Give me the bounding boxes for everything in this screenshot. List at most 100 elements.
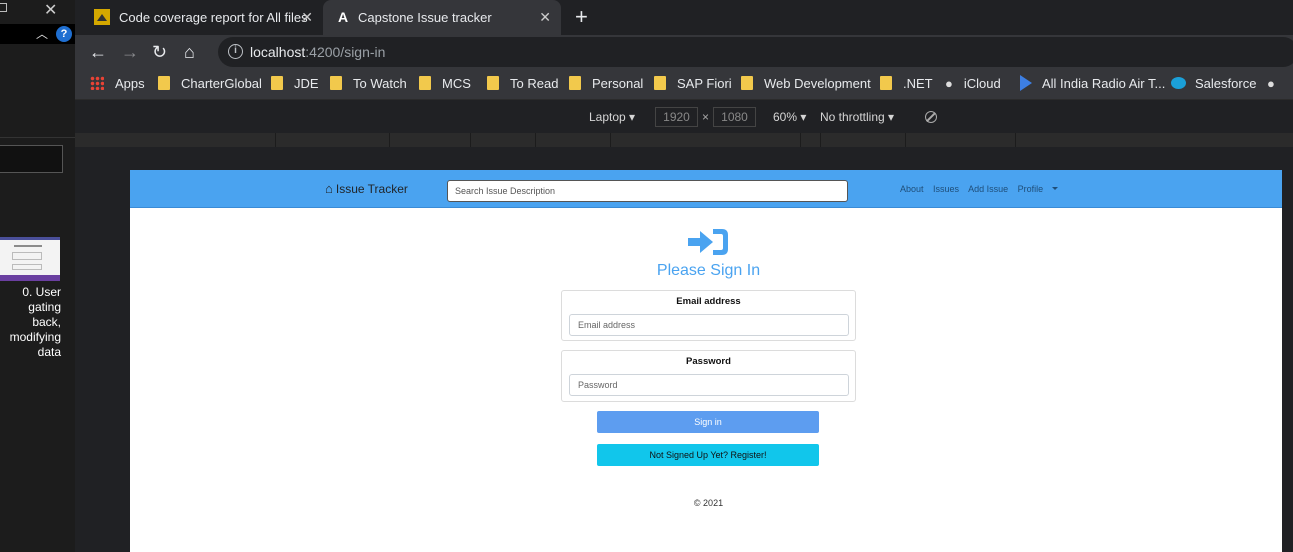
new-tab-button[interactable]: + [575,0,588,33]
folder-icon [569,76,581,90]
thumbnail-box [12,264,42,270]
bookmark-web-development[interactable]: Web Development [741,69,871,99]
home-icon[interactable]: ⌂ [184,35,195,69]
nav-add-issue[interactable]: Add Issue [968,184,1008,194]
device-toolbar: Laptop ▾ 1920 × 1080 60% ▾ No throttling… [75,99,1293,133]
bookmark-personal[interactable]: Personal [569,69,643,99]
caption-line: modifying [9,330,61,344]
viewport-width-input[interactable]: 1920 [655,107,698,127]
folder-icon [487,76,499,90]
email-field[interactable] [570,315,848,335]
email-card: Email address [561,290,856,341]
bookmark-mcs[interactable]: MCS [419,69,471,99]
folder-icon [330,76,342,90]
page-viewport: ⌂Issue Tracker About Issues Add Issue Pr… [130,170,1282,552]
brand-link[interactable]: ⌂ Issue Tracker [325,170,408,208]
forward-arrow-icon[interactable]: → [121,35,139,69]
rotate-disabled-icon[interactable] [925,111,937,123]
footer-copyright: © 2021 [693,498,724,508]
zoom-label: 60% [773,110,798,124]
close-tab-icon[interactable]: ✕ [539,0,551,35]
thumbnail-line [14,245,42,247]
password-field-box[interactable] [569,374,849,396]
caption-line: data [37,345,61,359]
side-window-controls: ✕ [0,0,75,22]
password-field[interactable] [570,375,848,395]
back-arrow-icon[interactable]: ← [89,35,107,69]
caret-down-icon [1052,187,1059,190]
sign-in-icon [688,229,728,255]
bookmark-jde[interactable]: JDE [271,69,319,99]
play-icon [1020,75,1032,91]
nav-links: About Issues Add Issue Profile [900,170,1072,208]
bookmark-dotnet[interactable]: .NET [880,69,933,99]
bookmark-label: SAP Fiori [677,76,732,91]
tab-title: Capstone Issue tracker [358,10,492,25]
throttling-select[interactable]: No throttling ▾ [820,100,894,134]
tab-code-coverage[interactable]: Code coverage report for All files ✕ [75,0,323,35]
ruler-segment [820,133,821,147]
coverage-favicon-icon [94,9,110,25]
close-tab-icon[interactable]: ✕ [301,0,313,35]
thumbnail-bar [0,275,60,281]
folder-icon [271,76,283,90]
email-field-box[interactable] [569,314,849,336]
site-info-icon[interactable]: i [228,44,243,59]
nav-profile-label: Profile [1017,184,1044,194]
nav-profile[interactable]: Profile [1018,184,1066,194]
tab-capstone-issue-tracker[interactable]: A Capstone Issue tracker ✕ [323,0,561,35]
close-icon[interactable]: ✕ [44,0,57,20]
bookmark-label: To Read [510,76,559,91]
side-window-field[interactable] [0,145,63,173]
bookmark-salesforce[interactable]: Salesforce [1171,69,1256,99]
folder-icon [158,76,170,90]
bookmark-charterglobal[interactable]: CharterGlobal [158,69,262,99]
restore-icon[interactable] [0,3,7,12]
bookmark-label: iCloud [963,76,1001,91]
ruler-segment [389,133,390,147]
slide-caption: 0. User gating back, modifying data [0,285,75,360]
bookmark-overflow[interactable]: ● [1267,69,1286,99]
folder-icon [741,76,753,90]
ruler-segment [1015,133,1016,147]
folder-icon [880,76,892,90]
bookmark-icloud[interactable]: ● iCloud [945,69,1001,99]
bookmark-label: MCS [442,76,471,91]
caption-line: 0. User [22,285,61,299]
throttling-label: No throttling [820,110,885,124]
url-text[interactable]: localhost:4200/sign-in [250,37,385,67]
ruler-segment [610,133,611,147]
bookmark-to-watch[interactable]: To Watch [330,69,407,99]
salesforce-icon [1171,77,1186,89]
bookmark-sap-fiori[interactable]: SAP Fiori [654,69,732,99]
bookmark-label: Personal [592,76,644,91]
slide-thumbnail[interactable] [0,237,60,281]
bookmark-all-india-radio[interactable]: All India Radio Air T... [1020,69,1165,99]
angular-favicon-icon: A [337,9,349,25]
caption-line: gating back, [28,300,61,329]
issue-search[interactable] [447,180,848,202]
side-window: ✕ ︿ ? 0. User gating back, modifying dat… [0,0,75,552]
sign-in-button[interactable]: Sign in [597,411,819,433]
dimension-separator: × [702,110,710,124]
nav-about[interactable]: About [900,184,924,194]
bookmark-label: To Watch [353,76,407,91]
bookmarks-bar: Apps CharterGlobal JDE To Watch MCS To R… [75,69,1293,99]
viewport-height-input[interactable]: 1080 [713,107,756,127]
reload-icon[interactable]: ↻ [152,35,167,69]
bookmark-to-read[interactable]: To Read [487,69,558,99]
register-button[interactable]: Not Signed Up Yet? Register! [597,444,819,466]
address-bar[interactable]: i localhost:4200/sign-in [218,37,1293,67]
search-input[interactable] [448,181,847,201]
chevron-up-icon[interactable]: ︿ [36,25,48,42]
bookmark-label: Salesforce [1195,76,1257,91]
nav-issues[interactable]: Issues [933,184,959,194]
bookmark-apps[interactable]: Apps [90,69,145,99]
media-query-ruler[interactable] [75,133,1293,147]
bookmark-label: CharterGlobal [181,76,262,91]
help-icon[interactable]: ? [56,26,72,42]
ruler-segment [470,133,471,147]
device-select[interactable]: Laptop ▾ [589,100,635,134]
zoom-select[interactable]: 60% ▾ [773,100,806,134]
tab-title: Code coverage report for All files [119,10,308,25]
